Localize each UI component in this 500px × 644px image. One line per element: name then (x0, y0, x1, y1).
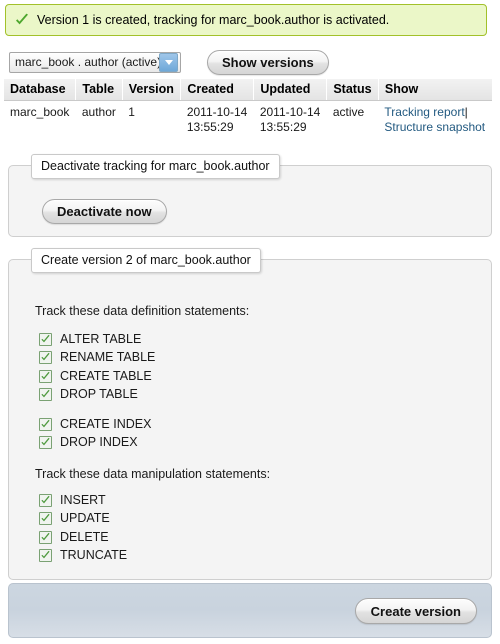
checkbox-delete[interactable] (39, 530, 52, 544)
cell-created-date: 2011-10-14 (186, 105, 248, 119)
checkbox-row-insert[interactable]: INSERT (39, 491, 127, 510)
chevron-down-icon[interactable] (159, 53, 178, 72)
dml-section-label: Track these data manipulation statements… (35, 467, 271, 481)
column-header-updated: Updated (253, 79, 328, 101)
checkbox-label-drop-table: DROP TABLE (60, 387, 138, 402)
deactivate-panel-legend: Deactivate tracking for marc_book.author (31, 154, 280, 179)
checkbox-row-create-table[interactable]: CREATE TABLE (39, 367, 155, 386)
create-version-button[interactable]: Create version (354, 598, 477, 624)
checkbox-rename-table[interactable] (39, 351, 52, 365)
column-header-status: Status (326, 79, 379, 101)
column-header-version: Version (122, 79, 182, 101)
checkbox-drop-index[interactable] (39, 436, 52, 450)
table-row: marc_book author 1 2011-10-14 13:55:29 2… (4, 100, 492, 140)
structure-snapshot-link[interactable]: Structure snapshot (384, 120, 485, 134)
cell-table: author (75, 100, 123, 140)
column-header-created: Created (180, 79, 255, 101)
tracking-report-link[interactable]: Tracking report (384, 105, 464, 119)
ddl-checkbox-group-2: CREATE INDEX DROP INDEX (39, 415, 151, 452)
checkbox-row-alter-table[interactable]: ALTER TABLE (39, 330, 155, 349)
cell-updated: 2011-10-14 13:55:29 (253, 100, 327, 140)
checkbox-create-index[interactable] (39, 417, 52, 431)
form-footer-bar: Create version (8, 583, 492, 638)
cell-status: active (326, 100, 379, 140)
checkbox-label-delete: DELETE (60, 529, 109, 544)
checkbox-drop-table[interactable] (39, 388, 52, 402)
cell-updated-time: 13:55:29 (259, 120, 307, 134)
column-header-show: Show (378, 79, 492, 101)
cell-version: 1 (122, 100, 181, 140)
checkbox-label-insert: INSERT (60, 492, 106, 507)
success-check-icon (14, 12, 30, 28)
checkbox-row-delete[interactable]: DELETE (39, 528, 127, 547)
cell-updated-date: 2011-10-14 (259, 105, 321, 119)
checkbox-label-create-index: CREATE INDEX (60, 416, 152, 431)
checkbox-row-drop-index[interactable]: DROP INDEX (39, 434, 151, 453)
checkbox-label-truncate: TRUNCATE (60, 548, 128, 563)
checkbox-row-truncate[interactable]: TRUNCATE (39, 547, 127, 566)
ddl-section-label: Track these data definition statements: (35, 304, 250, 318)
show-versions-button[interactable]: Show versions (207, 50, 329, 75)
checkbox-label-create-table: CREATE TABLE (60, 368, 152, 383)
cell-created: 2011-10-14 13:55:29 (180, 100, 254, 140)
cell-created-time: 13:55:29 (186, 120, 234, 134)
checkbox-row-update[interactable]: UPDATE (39, 510, 127, 529)
version-select-value: marc_book . author (active) (15, 55, 159, 69)
version-select[interactable]: marc_book . author (active) (9, 52, 181, 73)
checkbox-label-alter-table: ALTER TABLE (60, 331, 142, 346)
checkbox-row-create-index[interactable]: CREATE INDEX (39, 415, 151, 434)
checkbox-alter-table[interactable] (39, 332, 52, 346)
checkbox-label-update: UPDATE (60, 511, 110, 526)
checkbox-create-table[interactable] (39, 369, 52, 383)
checkbox-label-drop-index: DROP INDEX (60, 435, 138, 450)
deactivate-now-button[interactable]: Deactivate now (42, 199, 167, 224)
table-header-row: Database Table Version Created Updated S… (4, 79, 492, 101)
checkbox-insert[interactable] (39, 493, 52, 507)
success-notice-text: Version 1 is created, tracking for marc_… (37, 13, 390, 27)
checkbox-label-rename-table: RENAME TABLE (60, 350, 156, 365)
tracking-toolbar: marc_book . author (active) Show version… (9, 50, 489, 78)
create-panel-legend: Create version 2 of marc_book.author (31, 248, 261, 273)
ddl-checkbox-group-1: ALTER TABLE RENAME TABLE CREATE TABLE DR… (39, 330, 155, 404)
create-version-panel: Create version 2 of marc_book.author Tra… (8, 248, 492, 580)
column-header-table: Table (75, 79, 123, 101)
success-notice: Version 1 is created, tracking for marc_… (5, 4, 487, 36)
tracking-versions-table: Database Table Version Created Updated S… (4, 79, 492, 140)
column-header-database: Database (4, 79, 77, 101)
deactivate-tracking-panel: Deactivate tracking for marc_book.author… (8, 154, 492, 237)
checkbox-row-drop-table[interactable]: DROP TABLE (39, 386, 155, 405)
checkbox-update[interactable] (39, 512, 52, 526)
cell-show-links: Tracking report| Structure snapshot (378, 100, 492, 140)
checkbox-row-rename-table[interactable]: RENAME TABLE (39, 349, 155, 368)
checkbox-truncate[interactable] (39, 549, 52, 563)
cell-database: marc_book (4, 100, 76, 140)
link-separator: | (464, 105, 468, 119)
dml-checkbox-group: INSERT UPDATE DELETE TRUNCATE (39, 491, 127, 565)
